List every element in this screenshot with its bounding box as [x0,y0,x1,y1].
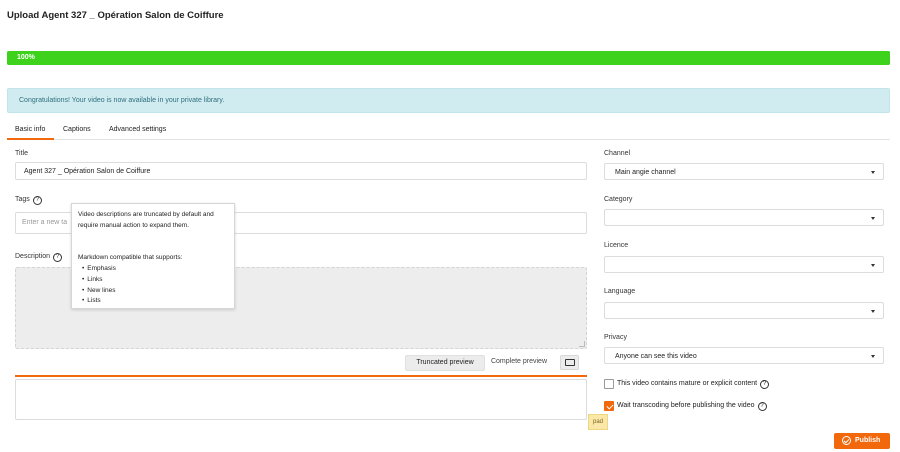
category-select[interactable] [604,209,884,226]
publish-button[interactable]: Publish [834,433,890,449]
publish-check-icon [842,436,851,445]
fullscreen-icon [565,359,575,366]
pad-label: pad [588,414,608,430]
progress-label: 100% [17,54,35,61]
chevron-down-icon [871,171,875,174]
description-preview [15,379,587,420]
tooltip-line: Video descriptions are truncated by defa… [78,211,214,218]
resize-grip-icon[interactable] [579,341,585,347]
tooltip-line: Markdown compatible that supports: [78,254,183,261]
progress-fill [7,51,890,65]
wait-transcoding-label: Wait transcoding before publishing the v… [617,402,767,411]
upload-progress-bar: 100% [7,51,890,65]
mature-content-checkbox[interactable] [604,379,614,389]
chevron-down-icon [871,217,875,220]
tab-captions[interactable]: Captions [63,126,91,133]
tooltip-list-item: Lists [82,297,100,304]
channel-label: Channel [604,150,631,157]
help-icon[interactable]: ? [53,253,63,262]
chevron-down-icon [871,310,875,313]
language-select[interactable] [604,302,884,319]
help-icon[interactable]: ? [32,196,42,205]
tab-advanced-settings[interactable]: Advanced settings [109,126,166,133]
complete-preview-button[interactable]: Complete preview [487,355,551,371]
language-label: Language [604,288,636,295]
wait-transcoding-label-text: Wait transcoding before publishing the v… [617,402,755,409]
active-tab-indicator [7,138,54,140]
privacy-select[interactable]: Anyone can see this video [604,347,884,364]
tags-label-text: Tags [15,196,30,203]
channel-select-value: Main angie channel [615,169,676,176]
tooltip-line: require manual action to expand them. [78,222,189,229]
tags-placeholder: Enter a new ta [22,219,68,226]
help-icon[interactable]: ? [760,380,770,389]
category-label: Category [604,196,633,203]
description-label: Description? [15,253,63,262]
mature-content-label-text: This video contains mature or explicit c… [617,380,758,387]
tooltip-list-item: New lines [82,287,115,294]
fullscreen-button[interactable] [560,355,579,370]
tab-bar: Basic info Captions Advanced settings [7,123,890,140]
chevron-down-icon [871,355,875,358]
tab-basic-info[interactable]: Basic info [15,126,45,133]
licence-label: Licence [604,242,629,249]
page-title: Upload Agent 327 _ Opération Salon de Co… [7,10,224,21]
description-help-tooltip: Video descriptions are truncated by defa… [71,203,235,309]
publish-button-label: Publish [855,437,881,444]
alert-text: Congratulations! Your video is now avail… [19,97,225,104]
mature-content-label: This video contains mature or explicit c… [617,380,770,389]
description-label-text: Description [15,253,51,260]
tags-label: Tags? [15,196,42,205]
success-alert: Congratulations! Your video is now avail… [7,88,890,113]
wait-transcoding-checkbox[interactable] [604,401,614,411]
privacy-label: Privacy [604,334,627,341]
title-label: Title [15,150,28,157]
chevron-down-icon [871,264,875,267]
preview-toolbar: Truncated preview Complete preview [15,353,587,377]
tooltip-list-item: Links [82,276,102,283]
privacy-select-value: Anyone can see this video [615,353,697,360]
help-icon[interactable]: ? [757,402,767,411]
title-input-value: Agent 327 _ Opération Salon de Coiffure [24,168,151,175]
title-input[interactable]: Agent 327 _ Opération Salon de Coiffure [15,162,587,180]
truncated-preview-button[interactable]: Truncated preview [405,355,485,371]
tooltip-list-item: Emphasis [82,265,116,272]
channel-select[interactable]: Main angie channel [604,163,884,180]
licence-select[interactable] [604,256,884,273]
